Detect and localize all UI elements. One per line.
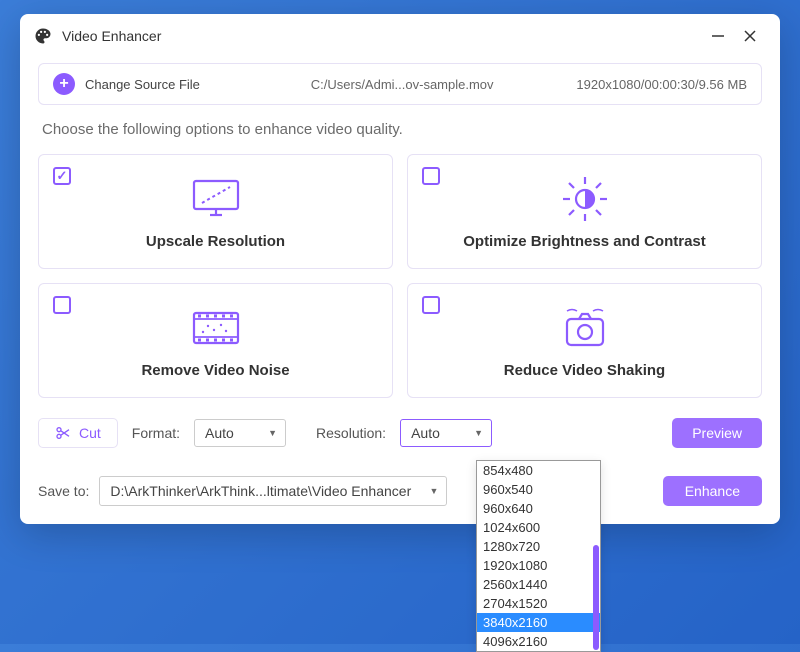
- resolution-option[interactable]: 3840x2160: [477, 613, 600, 632]
- option-upscale-resolution[interactable]: Upscale Resolution: [38, 154, 393, 269]
- enhance-button[interactable]: Enhance: [663, 476, 762, 506]
- save-to-label: Save to:: [38, 483, 89, 499]
- resolution-option[interactable]: 1024x600: [477, 518, 600, 537]
- cut-button[interactable]: Cut: [38, 418, 118, 448]
- titlebar: Video Enhancer: [20, 14, 780, 59]
- option-brightness-contrast[interactable]: Optimize Brightness and Contrast: [407, 154, 762, 269]
- controls-row: Cut Format: Auto Resolution: Auto Previe…: [38, 418, 762, 448]
- save-path-select[interactable]: D:\ArkThinker\ArkThink...ltimate\Video E…: [99, 476, 447, 506]
- option-label: Reduce Video Shaking: [504, 362, 665, 379]
- format-label: Format:: [132, 425, 180, 441]
- resolution-option[interactable]: 1920x1080: [477, 556, 600, 575]
- cut-label: Cut: [79, 425, 101, 441]
- resolution-option[interactable]: 1280x720: [477, 537, 600, 556]
- resolution-dropdown: 854x480960x540960x6401024x6001280x720192…: [476, 460, 601, 652]
- checkbox-icon[interactable]: [53, 167, 71, 185]
- option-label: Remove Video Noise: [141, 362, 289, 379]
- source-meta: 1920x1080/00:00:30/9.56 MB: [576, 77, 747, 92]
- camera-shake-icon: [557, 304, 613, 352]
- options-grid: Upscale Resolution: [38, 154, 762, 398]
- brightness-icon: [559, 175, 611, 223]
- minimize-button[interactable]: [702, 24, 734, 48]
- preview-button[interactable]: Preview: [672, 418, 762, 448]
- option-remove-noise[interactable]: Remove Video Noise: [38, 283, 393, 398]
- add-source-button[interactable]: +: [53, 73, 75, 95]
- instruction-text: Choose the following options to enhance …: [42, 121, 760, 138]
- scrollbar-thumb[interactable]: [593, 545, 599, 650]
- format-value: Auto: [205, 425, 234, 441]
- resolution-option[interactable]: 2704x1520: [477, 594, 600, 613]
- option-label: Optimize Brightness and Contrast: [463, 233, 706, 250]
- checkbox-icon[interactable]: [422, 167, 440, 185]
- scissors-icon: [55, 425, 71, 441]
- palette-icon: [34, 27, 52, 45]
- resolution-option[interactable]: 854x480: [477, 461, 600, 480]
- change-source-label[interactable]: Change Source File: [85, 77, 200, 92]
- resolution-option[interactable]: 960x640: [477, 499, 600, 518]
- checkbox-icon[interactable]: [422, 296, 440, 314]
- save-row: Save to: D:\ArkThinker\ArkThink...ltimat…: [38, 476, 762, 506]
- close-button[interactable]: [734, 24, 766, 48]
- option-reduce-shaking[interactable]: Reduce Video Shaking: [407, 283, 762, 398]
- resolution-option[interactable]: 4096x2160: [477, 632, 600, 651]
- save-path-value: D:\ArkThinker\ArkThink...ltimate\Video E…: [110, 483, 411, 499]
- resolution-option[interactable]: 960x540: [477, 480, 600, 499]
- resolution-select[interactable]: Auto: [400, 419, 492, 447]
- checkbox-icon[interactable]: [53, 296, 71, 314]
- format-select[interactable]: Auto: [194, 419, 286, 447]
- source-path: C:/Users/Admi...ov-sample.mov: [228, 77, 577, 92]
- window-title: Video Enhancer: [62, 28, 702, 44]
- resolution-label: Resolution:: [316, 425, 386, 441]
- source-bar: + Change Source File C:/Users/Admi...ov-…: [38, 63, 762, 105]
- film-icon: [188, 304, 244, 352]
- resolution-option[interactable]: 2560x1440: [477, 575, 600, 594]
- resolution-value: Auto: [411, 425, 440, 441]
- app-window: Video Enhancer + Change Source File C:/U…: [20, 14, 780, 524]
- content: + Change Source File C:/Users/Admi...ov-…: [20, 63, 780, 524]
- option-label: Upscale Resolution: [146, 233, 285, 250]
- monitor-icon: [188, 175, 244, 223]
